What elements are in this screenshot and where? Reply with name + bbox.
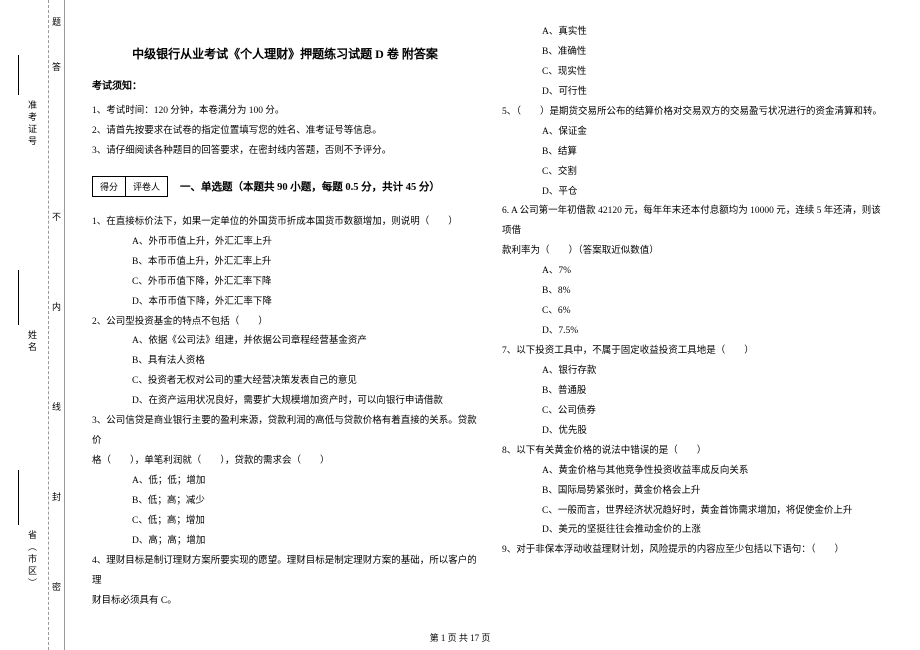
option: A、银行存款 bbox=[502, 362, 888, 382]
question: 8、以下有关黄金价格的说法中错误的是（ ） bbox=[502, 442, 888, 462]
label-ticket: 准考证号 bbox=[26, 100, 39, 148]
option: C、一般而言，世界经济状况趋好时，黄金首饰需求增加，将促使金价上升 bbox=[502, 502, 888, 522]
option: A、黄金价格与其他竞争性投资收益率成反向关系 bbox=[502, 462, 888, 482]
score-cell: 评卷人 bbox=[126, 177, 167, 196]
option: D、优先股 bbox=[502, 422, 888, 442]
underline-ticket bbox=[18, 55, 19, 95]
option: B、结算 bbox=[502, 143, 888, 163]
seal-char: 密 bbox=[52, 580, 61, 593]
option: A、外币币值上升，外汇汇率上升 bbox=[92, 233, 478, 253]
question: 7、以下投资工具中，不属于固定收益投资工具地是（ ） bbox=[502, 342, 888, 362]
left-column: 中级银行从业考试《个人理财》押题练习试题 D 卷 附答案 考试须知： 1、考试时… bbox=[80, 15, 490, 625]
section-title: 一、单选题（本题共 90 小题，每题 0.5 分，共计 45 分） bbox=[180, 179, 440, 194]
option: D、可行性 bbox=[502, 83, 888, 103]
score-cell: 得分 bbox=[93, 177, 126, 196]
exam-page: 省（市区） 姓名 准考证号 密 封 线 内 不 答 题 中级银行从业考试《个人理… bbox=[0, 0, 920, 650]
notice-item: 2、请首先按要求在试卷的指定位置填写您的姓名、准考证号等信息。 bbox=[92, 122, 478, 142]
seal-char: 答 bbox=[52, 60, 61, 73]
option: A、真实性 bbox=[502, 23, 888, 43]
underline-name bbox=[18, 270, 19, 325]
option: C、交割 bbox=[502, 163, 888, 183]
binding-dashed-line bbox=[48, 0, 49, 650]
question: 1、在直接标价法下，如果一定单位的外国货币折成本国货币数额增加，则说明（ ） bbox=[92, 213, 478, 233]
option: A、低；低；增加 bbox=[92, 472, 478, 492]
option: A、依据《公司法》组建，并依据公司章程经营基金资产 bbox=[92, 332, 478, 352]
right-column: A、真实性 B、准确性 C、现实性 D、可行性 5、（ ）是期货交易所公布的结算… bbox=[490, 15, 900, 625]
notice-item: 1、考试时间：120 分钟，本卷满分为 100 分。 bbox=[92, 102, 478, 122]
option: C、低；高；增加 bbox=[92, 512, 478, 532]
seal-char: 线 bbox=[52, 400, 61, 413]
underline-province bbox=[18, 470, 19, 525]
option: D、平仓 bbox=[502, 183, 888, 203]
option: C、投资者无权对公司的重大经营决策发表自己的意见 bbox=[92, 372, 478, 392]
content-area: 中级银行从业考试《个人理财》押题练习试题 D 卷 附答案 考试须知： 1、考试时… bbox=[65, 0, 920, 650]
option: B、具有法人资格 bbox=[92, 352, 478, 372]
notice-item: 3、请仔细阅读各种题目的回答要求，在密封线内答题，否则不予评分。 bbox=[92, 142, 478, 162]
option: C、外币币值下降，外汇汇率下降 bbox=[92, 273, 478, 293]
binding-margin: 省（市区） 姓名 准考证号 密 封 线 内 不 答 题 bbox=[0, 0, 65, 650]
notice-heading: 考试须知： bbox=[92, 77, 478, 92]
option: D、本币币值下降，外汇汇率下降 bbox=[92, 293, 478, 313]
option: A、7% bbox=[502, 262, 888, 282]
option: B、本币币值上升，外汇汇率上升 bbox=[92, 253, 478, 273]
label-name: 姓名 bbox=[26, 330, 39, 354]
option: D、在资产运用状况良好，需要扩大规模增加资产时，可以向银行申请借款 bbox=[92, 392, 478, 412]
option: B、8% bbox=[502, 282, 888, 302]
question: 4、理财目标是制订理财方案所要实现的愿望。理财目标是制定理财方案的基础，所以客户… bbox=[92, 552, 478, 592]
page-footer: 第 1 页 共 17 页 bbox=[0, 631, 920, 644]
option: D、美元的坚挺往往会推动金价的上涨 bbox=[502, 521, 888, 541]
question: 2、公司型投资基金的特点不包括（ ） bbox=[92, 313, 478, 333]
option: C、6% bbox=[502, 302, 888, 322]
option: B、国际局势紧张时，黄金价格会上升 bbox=[502, 482, 888, 502]
question: 9、对于非保本浮动收益理财计划，风险提示的内容应至少包括以下语句：（ ） bbox=[502, 541, 888, 561]
question-cont: 财目标必须具有 C。 bbox=[92, 592, 478, 612]
score-box: 得分 评卷人 bbox=[92, 176, 168, 197]
option: D、高；高；增加 bbox=[92, 532, 478, 552]
option: C、现实性 bbox=[502, 63, 888, 83]
exam-title: 中级银行从业考试《个人理财》押题练习试题 D 卷 附答案 bbox=[92, 45, 478, 62]
option: A、保证金 bbox=[502, 123, 888, 143]
seal-char: 封 bbox=[52, 490, 61, 503]
option: C、公司债券 bbox=[502, 402, 888, 422]
option: D、7.5% bbox=[502, 322, 888, 342]
question-cont: 款利率为（ ）（答案取近似数值） bbox=[502, 242, 888, 262]
label-province: 省（市区） bbox=[26, 530, 39, 590]
option: B、普通股 bbox=[502, 382, 888, 402]
seal-char: 题 bbox=[52, 15, 61, 28]
question: 5、（ ）是期货交易所公布的结算价格对交易双方的交易盈亏状况进行的资金清算和转。 bbox=[502, 103, 888, 123]
question: 3、公司信贷是商业银行主要的盈利来源，贷款利润的高低与贷款价格有着直接的关系。贷… bbox=[92, 412, 478, 452]
question: 6. A 公司第一年初借款 42120 元，每年年末还本付息额均为 10000 … bbox=[502, 202, 888, 242]
seal-char: 不 bbox=[52, 210, 61, 223]
question-cont: 格（ ），单笔利润就（ ），贷款的需求会（ ） bbox=[92, 452, 478, 472]
section-header-row: 得分 评卷人 一、单选题（本题共 90 小题，每题 0.5 分，共计 45 分） bbox=[92, 168, 478, 205]
option: B、准确性 bbox=[502, 43, 888, 63]
seal-char: 内 bbox=[52, 300, 61, 313]
option: B、低；高；减少 bbox=[92, 492, 478, 512]
